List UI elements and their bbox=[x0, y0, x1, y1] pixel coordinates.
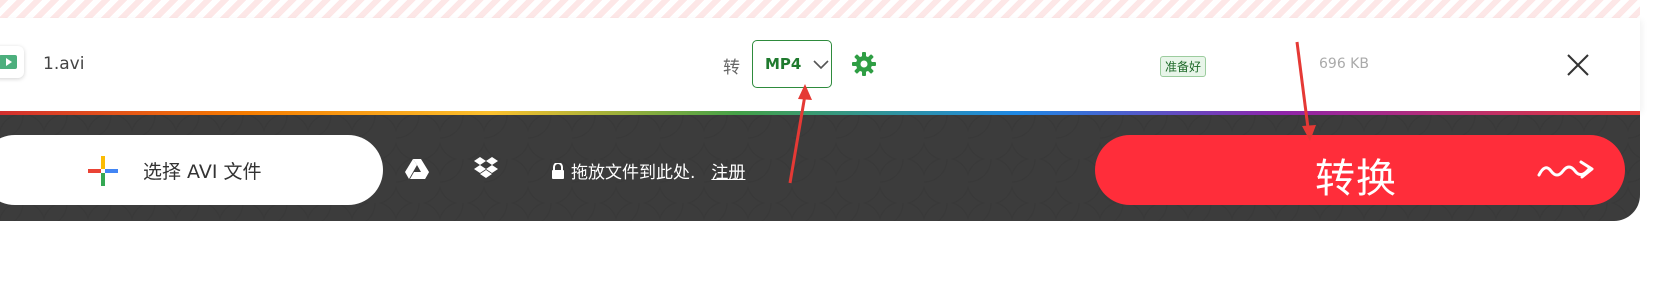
dropbox-icon[interactable] bbox=[474, 157, 498, 179]
output-format-select[interactable]: MP4 bbox=[752, 40, 832, 88]
file-row: 1.avi 转 MP4 准备好 696 KB bbox=[0, 18, 1640, 111]
file-size: 696 KB bbox=[1319, 56, 1369, 72]
status-badge: 准备好 bbox=[1160, 56, 1207, 77]
drop-hint-text: 拖放文件到此处. bbox=[571, 163, 696, 183]
squiggle-arrow-icon bbox=[1537, 157, 1597, 183]
lock-icon bbox=[551, 161, 565, 179]
convert-to-label: 转 bbox=[723, 58, 740, 78]
convert-label: 转换 bbox=[1315, 156, 1397, 202]
colorful-plus-icon bbox=[88, 156, 118, 186]
striped-progress-bar bbox=[0, 0, 1640, 18]
signup-link[interactable]: 注册 bbox=[711, 158, 745, 183]
close-icon[interactable] bbox=[1565, 52, 1591, 78]
output-format-value: MP4 bbox=[765, 55, 802, 73]
video-file-icon bbox=[0, 46, 24, 78]
choose-file-button[interactable]: 选择 AVI 文件 bbox=[0, 135, 383, 205]
chevron-down-icon bbox=[813, 55, 829, 74]
upload-toolbar: 选择 AVI 文件 拖放文件到此处. 注册 转换 bbox=[0, 115, 1640, 221]
google-drive-icon[interactable] bbox=[405, 158, 429, 180]
file-name: 1.avi bbox=[43, 54, 85, 74]
drop-hint: 拖放文件到此处. 注册 bbox=[551, 158, 745, 183]
choose-file-label: 选择 AVI 文件 bbox=[143, 161, 262, 183]
convert-button[interactable]: 转换 bbox=[1095, 135, 1625, 205]
gear-icon[interactable] bbox=[851, 51, 877, 77]
